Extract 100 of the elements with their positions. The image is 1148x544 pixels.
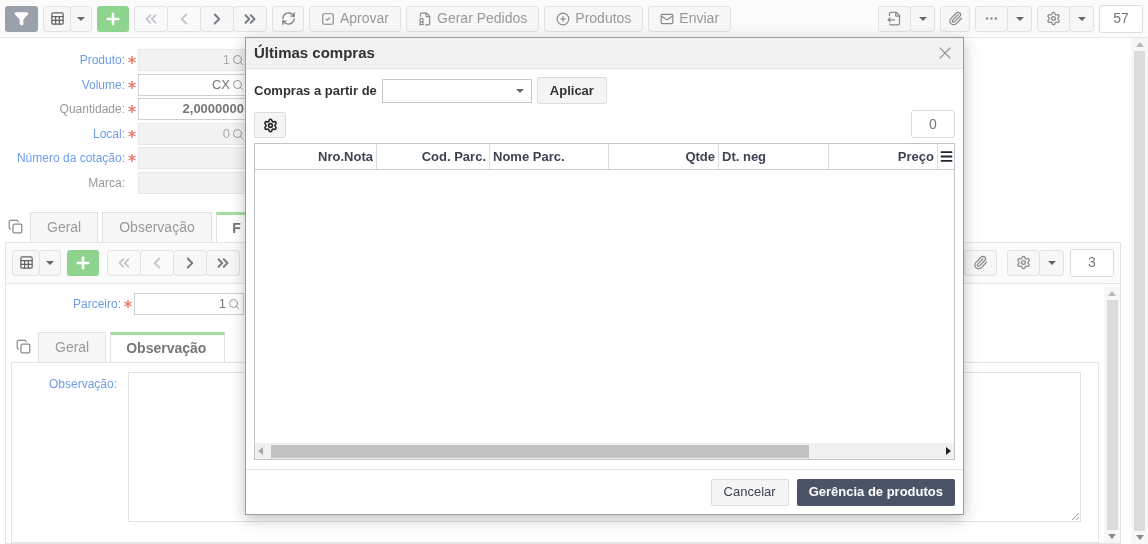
add-button[interactable]	[97, 5, 129, 32]
caret-icon	[1047, 260, 1056, 265]
next-record-button[interactable]	[200, 5, 234, 32]
grid-view-button[interactable]	[12, 249, 40, 276]
field-value: 2,0000000	[182, 100, 244, 119]
filter-button[interactable]	[5, 5, 38, 32]
attachment-button[interactable]	[964, 249, 997, 276]
field-label: Volume:	[80, 76, 125, 94]
generate-orders-button[interactable]: Gerar Pedidos	[406, 5, 540, 32]
next-record-button[interactable]	[173, 249, 207, 276]
tab[interactable]: Observação	[102, 211, 213, 242]
table-icon	[49, 11, 65, 26]
document-icon	[418, 11, 433, 26]
paperclip-icon	[973, 255, 988, 271]
column-header[interactable]: Dt. neg	[719, 144, 829, 169]
required-icon	[127, 129, 136, 138]
dropdown-button[interactable]	[1039, 249, 1064, 276]
table-icon	[18, 255, 34, 271]
search-icon[interactable]	[232, 78, 244, 91]
primary-button[interactable]: Gerência de produtos	[796, 478, 955, 506]
scroll-up-icon[interactable]	[1108, 290, 1116, 296]
refresh-icon	[280, 11, 296, 26]
dropdown-button[interactable]	[70, 5, 92, 32]
dropdown-button[interactable]	[910, 5, 935, 32]
last-record-button[interactable]	[233, 5, 267, 32]
column-header[interactable]: Nome Parc.	[490, 144, 609, 169]
scroll-up-icon[interactable]	[1135, 42, 1144, 47]
vertical-scrollbar[interactable]	[1131, 38, 1148, 544]
record-count: 0	[911, 110, 955, 138]
caret-icon	[918, 16, 927, 21]
text-field[interactable]: 2,0000000	[138, 98, 248, 121]
column-header[interactable]: Qtde	[609, 144, 719, 169]
vertical-scrollbar[interactable]	[1104, 286, 1120, 543]
column-header[interactable]: Nro.Nota	[255, 144, 377, 169]
resize-handle-icon[interactable]	[1071, 512, 1079, 520]
field-label: Observação:	[47, 375, 117, 393]
record-count: 57	[1099, 4, 1143, 33]
approve-button[interactable]: Aprovar	[309, 5, 402, 32]
text-field[interactable]: CX	[138, 73, 248, 96]
paperclip-icon	[947, 11, 963, 26]
required-icon	[123, 299, 132, 308]
apply-button[interactable]: Aplicar	[536, 77, 607, 104]
grid-view-button[interactable]	[43, 5, 71, 32]
tab[interactable]: Geral	[30, 211, 99, 242]
settings-icon	[1046, 11, 1061, 26]
field-label: Parceiro:	[71, 295, 121, 313]
checkbox-icon	[321, 11, 335, 26]
refresh-button[interactable]	[272, 5, 304, 32]
field-value: 0	[222, 125, 230, 144]
copy-icon[interactable]	[16, 338, 31, 354]
cancel-button[interactable]: Cancelar	[710, 478, 789, 506]
more-button[interactable]	[975, 5, 1008, 32]
tab[interactable]: Geral	[38, 331, 107, 362]
plus-circle-icon	[556, 11, 571, 26]
envelope-icon	[660, 11, 675, 26]
field-label: Produto:	[78, 52, 125, 69]
products-button[interactable]: Produtos	[544, 5, 644, 32]
dialog-title: Últimas compras	[254, 42, 375, 63]
settings-icon	[1016, 255, 1031, 271]
text-field[interactable]: 1	[134, 292, 244, 315]
scroll-down-icon[interactable]	[1108, 534, 1116, 539]
attachment-button[interactable]	[940, 5, 970, 32]
caret-icon	[1077, 16, 1086, 21]
send-button[interactable]: Enviar	[648, 5, 732, 32]
field-label: Local:	[91, 125, 125, 143]
required-icon	[127, 56, 136, 64]
required-icon	[127, 105, 136, 114]
field-value: 1	[218, 295, 226, 314]
field-label: Marca:	[87, 174, 125, 192]
scroll-right-icon[interactable]	[946, 447, 951, 455]
field-value: CX	[211, 75, 230, 94]
tab[interactable]: Observação	[110, 331, 226, 363]
date-dropdown[interactable]	[381, 78, 532, 103]
caret-icon	[515, 88, 524, 93]
dropdown-button[interactable]	[1007, 5, 1032, 32]
scroll-left-icon[interactable]	[258, 447, 263, 455]
filter-label: Compras a partir de	[254, 81, 377, 100]
column-header[interactable]: Cod. Parc.	[377, 144, 490, 169]
caret-icon	[1015, 16, 1024, 21]
scroll-down-icon[interactable]	[1135, 535, 1144, 540]
copy-icon[interactable]	[8, 218, 23, 234]
document-icon	[887, 11, 902, 26]
horizontal-scrollbar[interactable]	[255, 443, 954, 459]
required-icon	[127, 154, 136, 163]
column-menu-icon[interactable]	[939, 149, 954, 164]
field-label: Quantidade:	[58, 101, 125, 119]
settings-button[interactable]	[254, 112, 286, 138]
last-record-button[interactable]	[206, 249, 240, 276]
dropdown-button[interactable]	[39, 249, 61, 276]
export-button[interactable]	[878, 5, 911, 32]
record-count: 3	[1070, 248, 1114, 277]
field-value: 1	[222, 51, 230, 70]
filter-icon	[14, 11, 29, 26]
settings-icon	[262, 117, 278, 133]
required-icon	[127, 80, 136, 89]
caret-icon	[46, 260, 54, 265]
column-header[interactable]: Preço	[829, 144, 938, 169]
dropdown-button[interactable]	[1069, 5, 1094, 32]
search-icon[interactable]	[228, 297, 240, 310]
add-button[interactable]	[67, 249, 99, 276]
